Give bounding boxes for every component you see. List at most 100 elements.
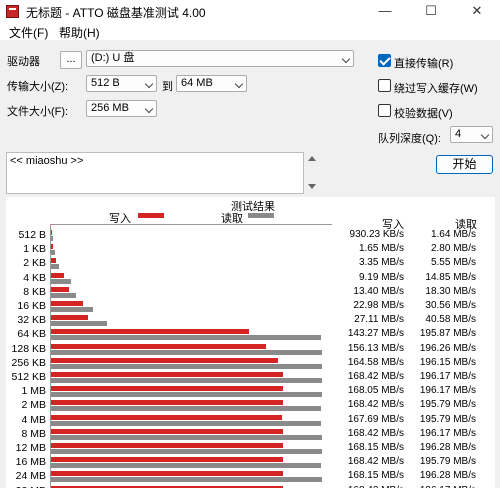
write-speed-value: 168.15 MB/s	[347, 470, 404, 482]
chart-category-label: 256 KB	[11, 356, 46, 369]
read-bar	[51, 392, 322, 398]
write-bar	[51, 414, 283, 420]
chart-category-label: 1 KB	[23, 243, 46, 256]
menu-help[interactable]: 帮助(H)	[59, 24, 100, 41]
write-bar	[51, 471, 284, 477]
chevron-down-icon	[480, 130, 490, 140]
write-bar	[51, 343, 267, 349]
maximize-button[interactable]: ☐	[408, 0, 454, 22]
read-bar	[51, 449, 322, 454]
write-bar	[51, 272, 64, 278]
read-bar	[51, 307, 94, 312]
chart-category-label: 16 MB	[15, 456, 46, 469]
queue-depth-label: 队列深度(Q):	[378, 133, 441, 145]
chart-category-label: 12 MB	[15, 442, 46, 454]
menu-file[interactable]: 文件(F)	[9, 24, 48, 41]
file-size-select[interactable]: 256 MB	[86, 100, 157, 117]
chart-category-label: 128 KB	[11, 342, 46, 355]
bypass-cache-label: 绕过写入缓存(W)	[394, 83, 478, 95]
close-button[interactable]: ✕	[454, 0, 500, 22]
read-bar	[51, 434, 322, 440]
start-button[interactable]: 开始	[436, 155, 493, 174]
write-speed-value: 143.27 MB/s	[347, 328, 404, 340]
read-speed-value: 196.17 MB/s	[419, 371, 476, 382]
write-bar	[51, 301, 83, 306]
chart-category-label: 64 KB	[17, 328, 46, 341]
write-speed-value: 167.69 MB/s	[347, 413, 404, 425]
write-bar	[51, 258, 56, 264]
read-speed-value: 195.79 MB/s	[419, 399, 476, 411]
read-legend-swatch	[248, 213, 274, 218]
read-speed-value: 2.80 MB/s	[430, 243, 476, 255]
write-speed-value: 156.13 MB/s	[347, 342, 404, 354]
write-speed-value: 9.19 MB/s	[358, 271, 404, 283]
write-bar	[51, 230, 53, 235]
read-bar	[51, 477, 322, 483]
write-speed-value: 168.05 MB/s	[347, 385, 404, 397]
read-speed-value: 196.28 MB/s	[419, 470, 476, 482]
write-bar	[51, 244, 54, 250]
direct-io-checkbox[interactable]	[378, 54, 391, 67]
write-speed-value: 168.42 MB/s	[347, 399, 404, 411]
read-speed-value: 5.55 MB/s	[430, 257, 476, 269]
drive-select[interactable]: (D:) U 盘	[86, 50, 354, 67]
transfer-from-select[interactable]: 512 B	[86, 75, 157, 92]
atto-window: 无标题 - ATTO 磁盘基准测试 4.00 — ☐ ✕ 文件(F) 帮助(H)…	[0, 0, 500, 488]
write-speed-value: 3.35 MB/s	[358, 257, 404, 269]
transfer-to-select[interactable]: 64 MB	[176, 75, 247, 92]
read-speed-value: 18.30 MB/s	[425, 285, 476, 297]
read-bar	[51, 363, 322, 369]
write-bar	[51, 315, 89, 321]
file-size-value: 256 MB	[91, 102, 129, 114]
transfer-to-value: 64 MB	[181, 77, 213, 89]
write-speed-value: 27.11 MB/s	[354, 314, 404, 326]
read-bar	[51, 335, 322, 341]
description-textbox[interactable]: << miaoshu >>	[6, 152, 304, 194]
read-speed-value: 196.26 MB/s	[419, 342, 476, 354]
read-bar	[51, 321, 107, 327]
read-speed-value: 40.58 MB/s	[425, 314, 476, 326]
write-bar	[51, 443, 284, 448]
window-title: 无标题 - ATTO 磁盘基准测试 4.00	[26, 6, 206, 20]
chevron-down-icon	[341, 54, 351, 64]
file-size-label: 文件大小(F):	[7, 106, 69, 118]
read-speed-value: 196.17 MB/s	[419, 427, 476, 439]
chart-category-label: 4 MB	[21, 413, 46, 426]
write-bar	[51, 457, 284, 463]
queue-depth-select[interactable]: 4	[450, 126, 493, 143]
transfer-size-label: 传输大小(Z):	[7, 81, 69, 93]
read-speed-value: 14.85 MB/s	[425, 271, 476, 283]
write-speed-value: 168.42 MB/s	[330, 485, 404, 488]
write-bar	[51, 386, 283, 392]
read-bar	[51, 250, 55, 256]
browse-button[interactable]: ...	[60, 51, 82, 69]
read-speed-value: 196.15 MB/s	[419, 356, 476, 368]
read-bar	[51, 406, 322, 412]
write-speed-value: 168.42 MB/s	[347, 427, 404, 439]
read-speed-value: 196.17 MB/s	[419, 385, 476, 397]
atto-app-icon	[6, 5, 19, 18]
read-bar	[51, 264, 59, 270]
verify-data-checkbox[interactable]	[378, 104, 391, 117]
description-scrollbar[interactable]	[305, 152, 318, 194]
verify-data-label: 校验数据(V)	[394, 108, 453, 120]
chart-category-label: 32 KB	[17, 314, 46, 327]
chart-category-label: 2 KB	[23, 257, 46, 270]
chart-category-label: 8 KB	[23, 285, 46, 298]
write-speed-value: 13.40 MB/s	[353, 285, 404, 297]
write-bar	[51, 329, 249, 335]
write-speed-value: 168.42 MB/s	[347, 371, 404, 382]
transfer-from-value: 512 B	[91, 77, 120, 89]
bypass-cache-checkbox[interactable]	[378, 79, 391, 92]
read-speed-value: 1.64 MB/s	[430, 229, 476, 240]
chevron-down-icon	[144, 104, 154, 114]
read-bar	[51, 378, 322, 383]
write-bar	[51, 400, 284, 406]
chart-category-label: 8 MB	[21, 427, 46, 440]
chart-category-label: 4 KB	[23, 271, 46, 284]
scroll-up-icon[interactable]	[308, 156, 316, 161]
chart-category-label: 24 MB	[15, 470, 46, 483]
scroll-down-icon[interactable]	[308, 184, 316, 189]
minimize-button[interactable]: —	[362, 0, 408, 22]
read-bar	[51, 420, 322, 426]
